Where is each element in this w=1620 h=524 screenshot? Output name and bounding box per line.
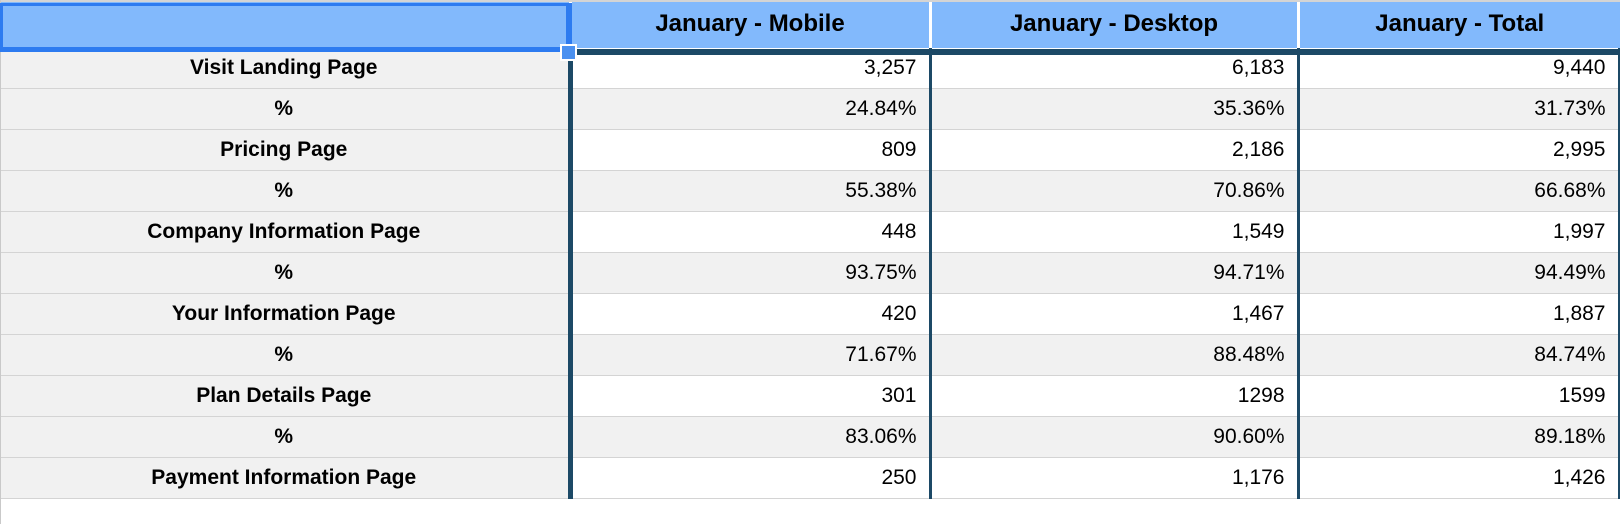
cell-mobile[interactable]: 448 (567, 211, 930, 253)
table-row[interactable]: % 71.67% 88.48% 84.74% (0, 334, 1620, 376)
column-header-mobile[interactable]: January - Mobile (568, 0, 930, 48)
cell-desktop[interactable]: 1,467 (928, 293, 1298, 335)
grid-top-line (0, 0, 1620, 2)
row-label[interactable]: % (0, 416, 570, 458)
cell-total[interactable]: 1,887 (1296, 293, 1620, 335)
row-label[interactable]: Payment Information Page (0, 457, 570, 499)
table-row[interactable]: Payment Information Page 250 1,176 1,426 (0, 457, 1620, 499)
table-row[interactable]: % 24.84% 35.36% 31.73% (0, 88, 1620, 130)
table-row[interactable]: Your Information Page 420 1,467 1,887 (0, 293, 1620, 335)
table-row[interactable]: % 55.38% 70.86% 66.68% (0, 170, 1620, 212)
cell-desktop[interactable]: 70.86% (928, 170, 1298, 212)
cell-total[interactable]: 94.49% (1296, 252, 1620, 294)
cell-mobile[interactable]: 93.75% (567, 252, 930, 294)
cell-total[interactable]: 1,997 (1296, 211, 1620, 253)
cell-desktop[interactable]: 35.36% (928, 88, 1298, 130)
cell-total[interactable]: 1,426 (1296, 457, 1620, 499)
cell-desktop[interactable]: 1,176 (928, 457, 1298, 499)
row-label[interactable]: Your Information Page (0, 293, 570, 335)
cell-total[interactable]: 2,995 (1296, 129, 1620, 171)
cell-mobile[interactable]: 420 (567, 293, 930, 335)
row-label[interactable]: % (0, 252, 570, 294)
grid-left-line (0, 0, 1, 524)
cell-mobile[interactable]: 24.84% (567, 88, 930, 130)
selection-bottom-edge (0, 47, 572, 52)
table-header-row[interactable]: January - Mobile January - Desktop Janua… (0, 0, 1620, 48)
selection-left-edge (0, 3, 3, 49)
cell-desktop[interactable]: 94.71% (928, 252, 1298, 294)
row-label[interactable]: Plan Details Page (0, 375, 570, 417)
cell-mobile[interactable]: 55.38% (567, 170, 930, 212)
cell-desktop[interactable]: 1298 (928, 375, 1298, 417)
row-label[interactable]: % (0, 170, 570, 212)
funnel-table[interactable]: January - Mobile January - Desktop Janua… (0, 0, 1620, 499)
cell-total[interactable]: 66.68% (1296, 170, 1620, 212)
spreadsheet-grid[interactable]: January - Mobile January - Desktop Janua… (0, 0, 1620, 524)
range-selection-top-border (570, 49, 1620, 55)
cell-desktop[interactable]: 2,186 (928, 129, 1298, 171)
cell-desktop[interactable]: 1,549 (928, 211, 1298, 253)
cell-total[interactable]: 89.18% (1296, 416, 1620, 458)
table-row[interactable]: Pricing Page 809 2,186 2,995 (0, 129, 1620, 171)
table-row[interactable]: % 83.06% 90.60% 89.18% (0, 416, 1620, 458)
table-row[interactable]: Company Information Page 448 1,549 1,997 (0, 211, 1620, 253)
cell-desktop[interactable]: 90.60% (928, 416, 1298, 458)
selection-right-edge (566, 3, 572, 49)
column-header-desktop[interactable]: January - Desktop (928, 0, 1298, 48)
table-row[interactable]: % 93.75% 94.71% 94.49% (0, 252, 1620, 294)
column-header-label[interactable] (0, 0, 570, 48)
cell-total[interactable]: 31.73% (1296, 88, 1620, 130)
cell-total[interactable]: 1599 (1296, 375, 1620, 417)
row-label[interactable]: Pricing Page (0, 129, 570, 171)
row-label[interactable]: % (0, 334, 570, 376)
row-label[interactable]: % (0, 88, 570, 130)
table-body: January - Mobile January - Desktop Janua… (0, 0, 1620, 499)
row-label[interactable]: Company Information Page (0, 211, 570, 253)
selection-fill-handle[interactable] (560, 44, 577, 61)
cell-desktop[interactable]: 88.48% (928, 334, 1298, 376)
column-header-total[interactable]: January - Total (1296, 0, 1620, 48)
table-row[interactable]: Plan Details Page 301 1298 1599 (0, 375, 1620, 417)
cell-mobile[interactable]: 71.67% (567, 334, 930, 376)
cell-mobile[interactable]: 809 (567, 129, 930, 171)
cell-mobile[interactable]: 83.06% (567, 416, 930, 458)
cell-mobile[interactable]: 250 (567, 457, 930, 499)
selection-top-edge (0, 3, 572, 6)
row-label[interactable]: Visit Landing Page (0, 48, 570, 89)
cell-total[interactable]: 84.74% (1296, 334, 1620, 376)
cell-mobile[interactable]: 301 (567, 375, 930, 417)
